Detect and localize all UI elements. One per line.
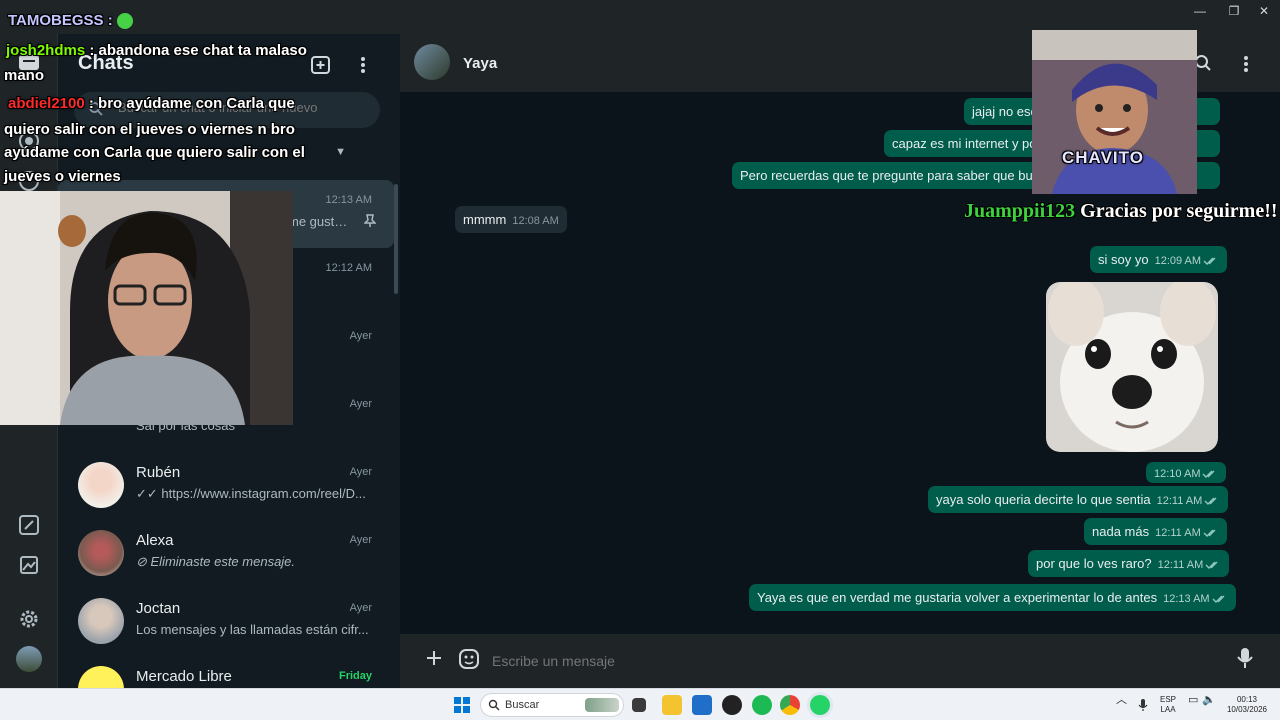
search-highlight-image [585, 698, 619, 712]
whatsapp-icon[interactable] [810, 695, 830, 715]
emoji-sticker-icon[interactable] [458, 648, 480, 670]
avatar [78, 462, 124, 508]
chat-item-mercado-libre[interactable]: Mercado Libre Friday [58, 656, 394, 688]
blocked-icon: ⊘ [136, 554, 151, 569]
chat-name: Mercado Libre [136, 668, 232, 685]
contact-name[interactable]: Yaya [463, 55, 497, 72]
overlay-chat-line: ayúdame con Carla que quiero salir con e… [4, 144, 305, 161]
follower-alert-image: CHAVITO [1032, 30, 1197, 194]
overlay-chat-line: jueves o viernes [4, 168, 121, 185]
chat-time: Ayer [349, 330, 372, 342]
search-icon [488, 699, 500, 711]
task-view-icon[interactable] [632, 698, 646, 712]
double-check-icon [1203, 257, 1216, 265]
overlay-chat-line: josh2hdms : abandona ese chat ta malaso [6, 42, 307, 59]
chat-preview: ⊘ Eliminaste este mensaje. [136, 554, 296, 569]
chat-item-ruben[interactable]: Rubén Ayer ✓✓ https://www.instagram.com/… [58, 452, 394, 520]
chat-time: 12:13 AM [325, 194, 372, 206]
chat-time: Ayer [349, 534, 372, 546]
volume-icon[interactable]: 🔈 [1202, 695, 1216, 706]
microphone-icon[interactable] [1138, 698, 1148, 712]
settings-gear-icon[interactable] [16, 606, 42, 632]
minimize-button[interactable]: — [1182, 0, 1218, 22]
message-bubble[interactable]: por que lo ves raro? 12:11 AM [1028, 550, 1230, 577]
message-bubble[interactable]: mmmm 12:08 AM [455, 206, 567, 233]
media-icon[interactable] [16, 552, 42, 578]
chat-time: Ayer [349, 602, 372, 614]
message-bubble[interactable]: nada más 12:11 AM [1084, 518, 1227, 545]
close-button[interactable]: ✕ [1246, 0, 1280, 22]
chat-time: 12:12 AM [325, 262, 372, 274]
message-bubble[interactable]: Yaya es que en verdad me gustaria volver… [749, 584, 1236, 611]
chat-preview: ✓✓ https://www.instagram.com/reel/D... [136, 486, 366, 501]
chrome-icon[interactable] [780, 695, 800, 715]
obs-icon[interactable] [722, 695, 742, 715]
start-windows-icon[interactable] [454, 697, 470, 713]
new-chat-icon[interactable] [310, 54, 332, 76]
chat-name: Alexa [136, 532, 174, 549]
microphone-icon[interactable] [1236, 646, 1254, 670]
double-check-icon [1212, 595, 1225, 603]
follower-alert-message: Juamppii123 Gracias por seguirme!! [964, 200, 1278, 222]
chat-time: Ayer [349, 466, 372, 478]
network-icon[interactable]: ▭ [1188, 695, 1198, 706]
double-check-icon [1203, 529, 1216, 537]
file-explorer-icon[interactable] [662, 695, 682, 715]
profile-avatar[interactable] [16, 646, 42, 672]
menu-dots-icon[interactable] [354, 54, 372, 76]
overlay-chat-line: mano [4, 67, 45, 84]
emote-icon [116, 13, 133, 30]
chat-name: Rubén [136, 464, 181, 481]
message-bubble[interactable]: yaya solo queria decirte lo que sentia 12… [928, 486, 1229, 513]
double-check-icon [1205, 561, 1218, 569]
edit-icon[interactable] [16, 512, 42, 538]
language-indicator[interactable]: ESP LAA [1158, 695, 1178, 715]
chat-time: Ayer [349, 398, 372, 410]
overlay-chat-line: abdiel2100 : bro ayúdame con Carla que [8, 95, 295, 112]
clock[interactable]: 00:13 10/03/2026 [1222, 695, 1272, 715]
chat-time: Friday [338, 670, 372, 682]
message-bubble[interactable]: si soy yo 12:09 AM [1090, 246, 1228, 273]
avatar [78, 530, 124, 576]
dog-sticker[interactable] [1046, 282, 1218, 452]
spotify-icon[interactable] [752, 695, 772, 715]
windows-taskbar: Buscar ︿ ESP LAA ▭ 🔈 00:13 10/03/2026 [0, 688, 1280, 720]
double-check-icon [1202, 470, 1215, 478]
chat-name: Joctan [136, 600, 181, 617]
sticker-timestamp: 12:10 AM [1146, 462, 1227, 483]
chat-preview: Los mensajes y las llamadas están cifr..… [136, 622, 369, 637]
chat-item-alexa[interactable]: Alexa Ayer ⊘ Eliminaste este mensaje. [58, 520, 394, 588]
chat-item-joctan[interactable]: Joctan Ayer Los mensajes y las llamadas … [58, 588, 394, 656]
tray-chevron-up-icon[interactable]: ︿ [1116, 695, 1127, 706]
contact-avatar[interactable] [414, 44, 450, 80]
avatar [78, 598, 124, 644]
message-composer [400, 634, 1280, 688]
title-bar: — ❐ ✕ [0, 0, 1280, 34]
taskbar-search[interactable]: Buscar [480, 693, 624, 717]
alert-caption: CHAVITO [1062, 148, 1144, 167]
taskbar-search-label: Buscar [505, 699, 540, 711]
overlay-chat-line: quiero salir con el jueves o viernes n b… [4, 121, 295, 138]
menu-dots-icon[interactable] [1238, 54, 1254, 74]
store-icon[interactable] [692, 695, 712, 715]
chat-preview: me gusta... [288, 214, 348, 229]
overlay-chat-line: TAMOBEGSS : [8, 12, 133, 30]
attach-plus-icon[interactable] [424, 648, 444, 668]
pin-icon [364, 214, 376, 227]
webcam-overlay [0, 191, 293, 425]
message-input[interactable] [492, 644, 1212, 678]
double-check-icon [1204, 497, 1217, 505]
avatar [78, 666, 124, 688]
chevron-down-icon[interactable]: ▼ [335, 146, 346, 158]
chat-list-scrollbar[interactable] [394, 184, 398, 294]
double-check-icon: ✓✓ [136, 486, 162, 501]
